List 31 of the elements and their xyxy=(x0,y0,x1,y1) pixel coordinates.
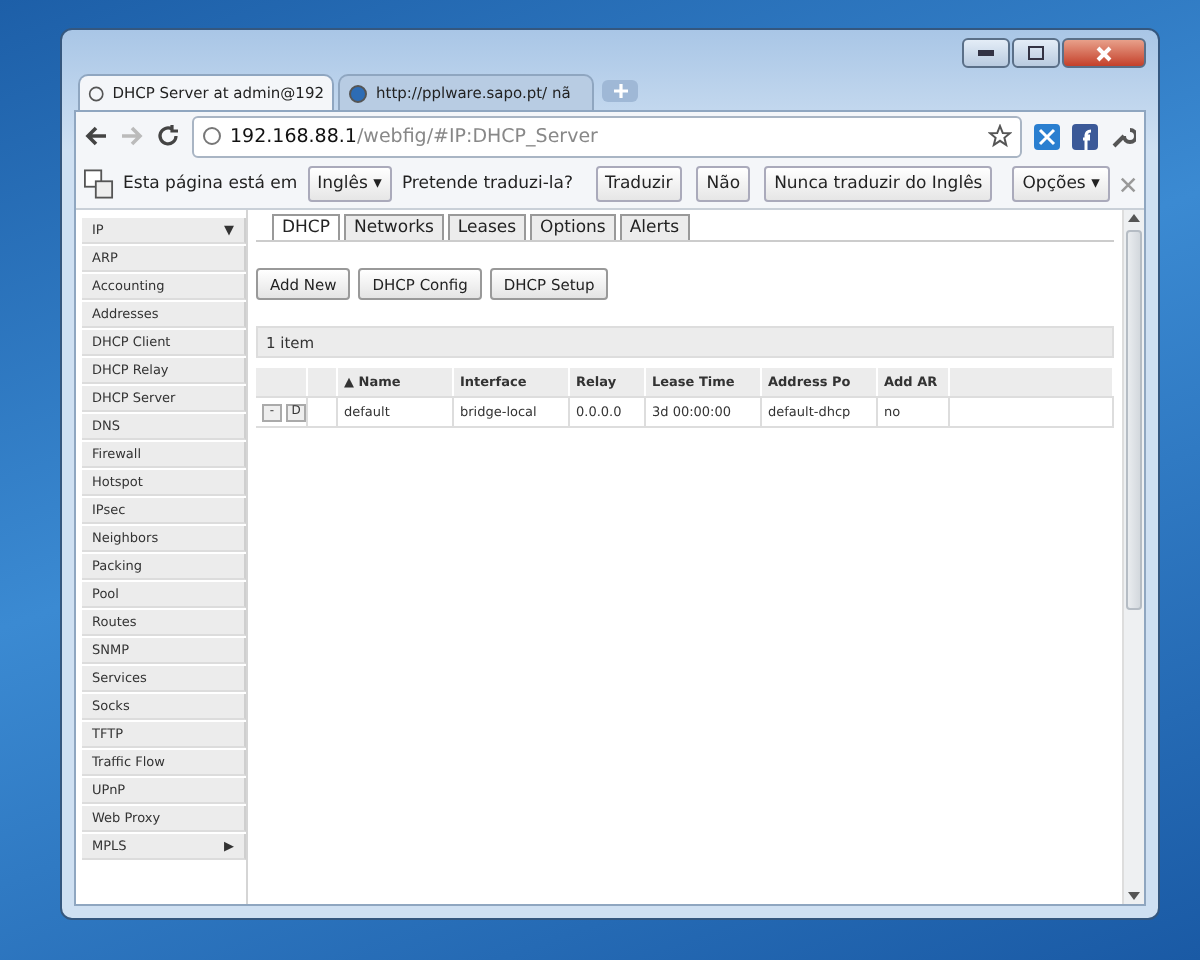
translate-bar-button[interactable]: Traduzir xyxy=(595,166,683,202)
tab[interactable]: DHCP xyxy=(272,214,340,240)
options-dropdown[interactable]: Opções ▾ xyxy=(1012,166,1110,202)
translate-icon xyxy=(84,168,114,200)
tab[interactable]: Leases xyxy=(447,214,527,240)
translate-message: Esta página está em xyxy=(123,174,298,194)
translate-question: Pretende traduzi-la? xyxy=(401,174,574,194)
plus-icon xyxy=(613,84,627,98)
maximize-icon xyxy=(1028,46,1044,60)
facebook-icon xyxy=(1072,123,1098,149)
minimize-button[interactable] xyxy=(962,38,1010,68)
close-icon xyxy=(1096,45,1112,61)
translate-bar-button[interactable]: Nunca traduzir do Inglês xyxy=(764,166,993,202)
close-icon xyxy=(1119,175,1136,193)
translate-bar-button[interactable]: Não xyxy=(696,166,751,202)
back-icon xyxy=(84,124,108,148)
maximize-button[interactable] xyxy=(1012,38,1060,68)
forward-icon xyxy=(120,124,144,148)
tab[interactable]: Networks xyxy=(344,214,444,240)
close-button[interactable] xyxy=(1062,38,1146,68)
extension-icon xyxy=(1034,123,1060,149)
scrollbar-thumb[interactable] xyxy=(1126,230,1142,610)
star-icon xyxy=(988,124,1012,148)
language-dropdown[interactable]: Inglês ▾ xyxy=(307,166,392,202)
address-field[interactable]: 192.168.88.1/webfig/#IP:DHCP_Server xyxy=(192,115,1022,157)
tab[interactable]: Alerts xyxy=(619,214,690,240)
scroll-down-icon[interactable] xyxy=(1128,892,1140,900)
reload-icon xyxy=(156,124,180,148)
tab[interactable]: Options xyxy=(530,214,616,240)
minimize-icon xyxy=(978,50,994,56)
scroll-up-icon[interactable] xyxy=(1128,214,1140,222)
